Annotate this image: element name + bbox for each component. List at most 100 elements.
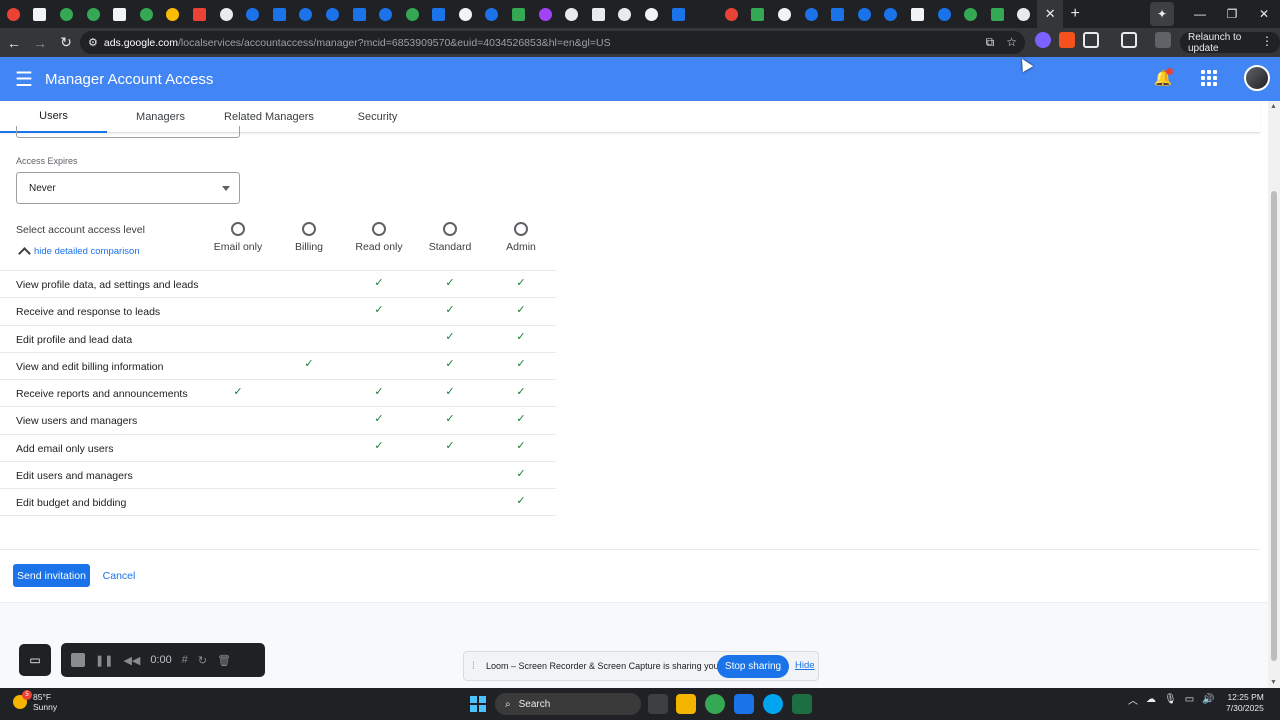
browser-tab[interactable] bbox=[558, 0, 585, 28]
browser-tab[interactable] bbox=[532, 0, 559, 28]
onedrive-icon[interactable]: ☁ bbox=[1146, 694, 1156, 705]
apps-grid-icon[interactable] bbox=[1198, 67, 1220, 89]
access-level-option[interactable]: Billing bbox=[274, 222, 344, 253]
browser-tab[interactable] bbox=[771, 0, 798, 28]
browser-tab[interactable] bbox=[0, 0, 27, 28]
close-window-button[interactable]: ✕ bbox=[1248, 7, 1280, 21]
profile-icon[interactable] bbox=[1155, 32, 1171, 48]
radio-button[interactable] bbox=[302, 222, 316, 236]
url-text[interactable]: ads.google.com/localservices/accountacce… bbox=[104, 37, 611, 49]
loom-rewind-icon[interactable]: ◀◀ bbox=[123, 654, 140, 667]
browser-tab[interactable] bbox=[665, 0, 692, 28]
browser-tab[interactable] bbox=[585, 0, 612, 28]
side-panel-icon[interactable] bbox=[1121, 32, 1137, 48]
browser-tab[interactable] bbox=[957, 0, 984, 28]
browser-tab[interactable] bbox=[319, 0, 346, 28]
browser-tab[interactable] bbox=[691, 0, 718, 28]
bookmark-star-icon[interactable]: ☆ bbox=[1006, 35, 1017, 50]
scrollbar-thumb[interactable] bbox=[1271, 191, 1277, 661]
restore-button[interactable]: ❐ bbox=[1216, 7, 1248, 21]
taskbar-search[interactable]: ⌕ Search bbox=[495, 693, 641, 715]
tab-security[interactable]: Security bbox=[324, 101, 431, 133]
page-scrollbar[interactable]: ▲ ▼ bbox=[1268, 101, 1280, 688]
extension-icon[interactable] bbox=[1035, 32, 1051, 48]
browser-tab[interactable] bbox=[293, 0, 320, 28]
hamburger-menu-icon[interactable]: ☰ bbox=[0, 57, 48, 101]
new-tab-button[interactable]: + bbox=[1063, 0, 1087, 28]
puzzle-icon[interactable] bbox=[1083, 32, 1099, 48]
radio-button[interactable] bbox=[443, 222, 457, 236]
hide-banner-link[interactable]: Hide bbox=[795, 660, 815, 671]
radio-button[interactable] bbox=[231, 222, 245, 236]
browser-tab[interactable] bbox=[426, 0, 453, 28]
browser-tab[interactable] bbox=[133, 0, 160, 28]
notifications-bell-icon[interactable]: 🔔 bbox=[1152, 67, 1174, 89]
browser-tab[interactable] bbox=[798, 0, 825, 28]
edge-icon[interactable] bbox=[763, 694, 783, 714]
radio-button[interactable] bbox=[514, 222, 528, 236]
browser-tab[interactable] bbox=[346, 0, 373, 28]
browser-tab[interactable] bbox=[718, 0, 745, 28]
hide-comparison-link[interactable]: hide detailed comparison bbox=[18, 245, 140, 257]
browser-tab[interactable] bbox=[160, 0, 187, 28]
task-view-icon[interactable] bbox=[648, 694, 668, 714]
taskbar-app-icon[interactable] bbox=[734, 694, 754, 714]
browser-tab[interactable] bbox=[27, 0, 54, 28]
browser-tab[interactable] bbox=[638, 0, 665, 28]
access-level-option[interactable]: Standard bbox=[415, 222, 485, 253]
browser-tab[interactable] bbox=[452, 0, 479, 28]
loom-pause-icon[interactable]: ❚❚ bbox=[95, 654, 113, 667]
excel-icon[interactable] bbox=[792, 694, 812, 714]
minimize-button[interactable]: — bbox=[1184, 7, 1216, 21]
browser-tab[interactable] bbox=[266, 0, 293, 28]
browser-tab[interactable] bbox=[984, 0, 1011, 28]
avatar[interactable] bbox=[1244, 65, 1270, 91]
forward-button[interactable]: → bbox=[28, 31, 52, 55]
browser-tab[interactable] bbox=[1011, 0, 1038, 28]
access-level-option[interactable]: Admin bbox=[486, 222, 556, 253]
volume-icon[interactable]: 🔊 bbox=[1202, 694, 1214, 705]
drag-handle-icon[interactable]: ⁞ bbox=[472, 661, 478, 672]
browser-tab[interactable] bbox=[745, 0, 772, 28]
browser-tab[interactable] bbox=[213, 0, 240, 28]
browser-tab[interactable] bbox=[479, 0, 506, 28]
loom-draw-icon[interactable]: # bbox=[182, 654, 188, 666]
file-explorer-icon[interactable] bbox=[676, 694, 696, 714]
windows-start-icon[interactable] bbox=[470, 696, 486, 712]
browser-tab[interactable] bbox=[106, 0, 133, 28]
omnibox[interactable]: ⚙ ads.google.com/localservices/accountac… bbox=[80, 31, 1025, 54]
browser-tab[interactable] bbox=[505, 0, 532, 28]
send-invitation-button[interactable]: Send invitation bbox=[13, 564, 90, 587]
stop-sharing-button[interactable]: Stop sharing bbox=[717, 655, 789, 678]
site-info-icon[interactable]: ⚙ bbox=[88, 36, 98, 49]
browser-tab[interactable] bbox=[612, 0, 639, 28]
browser-tab[interactable] bbox=[399, 0, 426, 28]
microphone-icon[interactable]: 🎙 bbox=[1164, 694, 1177, 705]
browser-tab[interactable] bbox=[878, 0, 905, 28]
email-field[interactable] bbox=[16, 126, 240, 138]
tray-chevron-icon[interactable]: ︿ bbox=[1128, 692, 1138, 707]
access-level-option[interactable]: Email only bbox=[203, 222, 273, 253]
loom-camera-button[interactable]: ▭ bbox=[19, 644, 51, 676]
browser-tab[interactable] bbox=[824, 0, 851, 28]
weather-widget[interactable]: 5 85°F Sunny bbox=[13, 690, 57, 712]
radio-button[interactable] bbox=[372, 222, 386, 236]
browser-tab[interactable] bbox=[931, 0, 958, 28]
browser-tab[interactable] bbox=[239, 0, 266, 28]
chrome-icon[interactable] bbox=[705, 694, 725, 714]
close-tab-icon[interactable]: ✕ bbox=[1037, 0, 1064, 28]
browser-tab[interactable] bbox=[904, 0, 931, 28]
browser-tab[interactable] bbox=[372, 0, 399, 28]
browser-tab[interactable] bbox=[186, 0, 213, 28]
browser-tab[interactable] bbox=[53, 0, 80, 28]
browser-menu-icon[interactable]: ⋮ bbox=[1261, 34, 1273, 48]
access-expires-select[interactable]: Never bbox=[16, 172, 240, 204]
back-button[interactable]: ← bbox=[2, 31, 26, 55]
browser-tab[interactable] bbox=[851, 0, 878, 28]
gemini-icon[interactable]: ✦ bbox=[1150, 2, 1174, 26]
loom-delete-icon[interactable]: 🗑 bbox=[217, 654, 231, 667]
install-app-icon[interactable]: ⧉ bbox=[986, 35, 995, 50]
extension-icon[interactable] bbox=[1059, 32, 1075, 48]
loom-restart-icon[interactable]: ↻ bbox=[198, 654, 207, 667]
access-level-option[interactable]: Read only bbox=[344, 222, 414, 253]
